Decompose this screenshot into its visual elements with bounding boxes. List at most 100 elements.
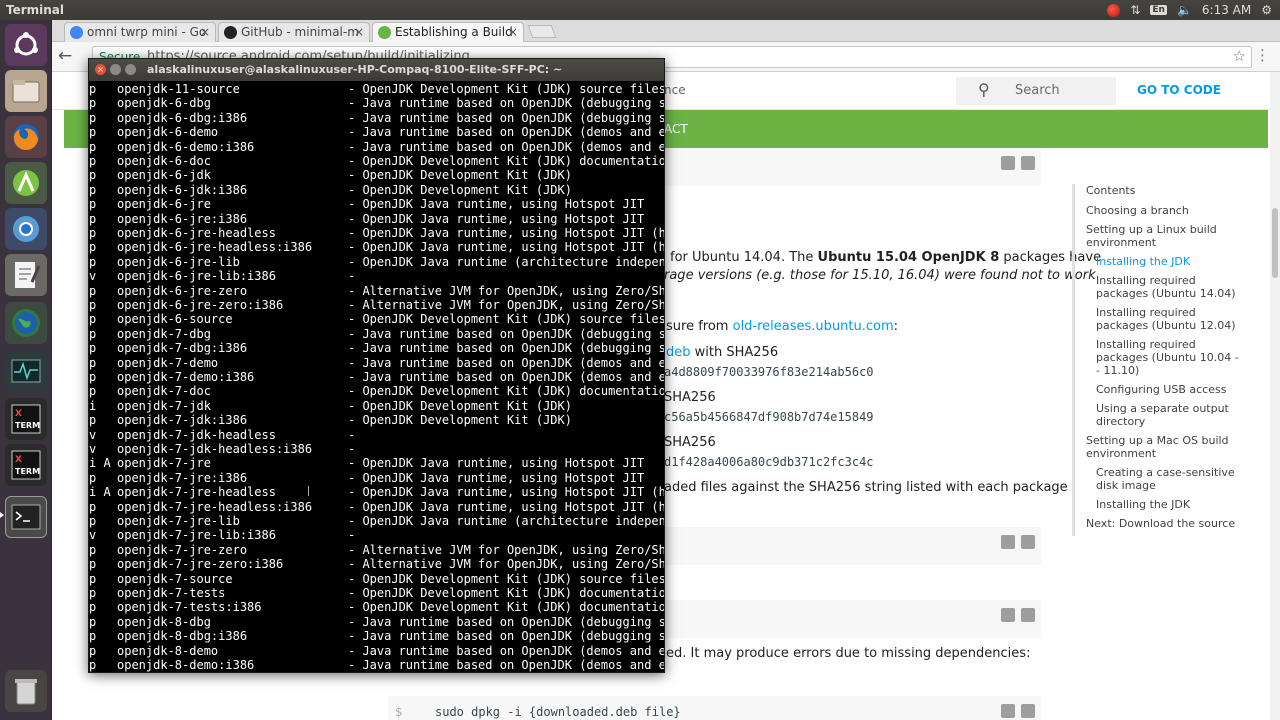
terminal-line: p openjdk-7-jre-lib - OpenJDK Java runtime…: [89, 514, 664, 528]
package-description: - OpenJDK Development Kit (JDK): [348, 168, 572, 183]
header-nav-partial[interactable]: nce: [664, 83, 686, 97]
terminal-line: p openjdk-6-jre-zero - Alternative JVM for…: [89, 284, 664, 298]
package-description: - OpenJDK Development Kit (JDK) source f…: [348, 312, 664, 327]
package-state: p: [89, 499, 97, 514]
browser-tab-active[interactable]: Establishing a Build ×: [372, 22, 524, 42]
page-scrollbar[interactable]: [1270, 72, 1280, 720]
toc-item[interactable]: Next: Download the source: [1075, 517, 1242, 530]
code-command[interactable]: sudo dpkg -i {downloaded.deb file}: [435, 696, 681, 720]
deb-link[interactable]: deb: [666, 345, 691, 360]
package-name: openjdk-7-dbg: [117, 326, 211, 341]
package-name: openjdk-7-jre-zero: [117, 542, 248, 557]
package-name: openjdk-7-dbg:i386: [117, 341, 248, 356]
toc-item[interactable]: Installing required packages (Ubuntu 12.…: [1075, 306, 1242, 332]
package-description: - Alternative JVM for OpenJDK, using Zer…: [348, 283, 664, 298]
browser-tab[interactable]: omni twrp mini - Go ×: [64, 22, 216, 42]
toc-item[interactable]: Installing required packages (Ubuntu 14.…: [1075, 274, 1242, 300]
xterm-icon[interactable]: X TERM: [5, 444, 47, 486]
package-state: p: [89, 326, 97, 341]
clock[interactable]: 6:13 AM: [1202, 3, 1251, 17]
terminal-output[interactable]: p openjdk-11-source - OpenJDK Development …: [89, 81, 664, 672]
menu-dots-icon[interactable]: ⋮: [1255, 46, 1270, 64]
xterm-icon[interactable]: X TERM: [5, 398, 47, 440]
package-description: - Java runtime based on OpenJDK (debuggi…: [348, 614, 664, 629]
scrollbar-thumb[interactable]: [1272, 208, 1278, 278]
terminal-titlebar[interactable]: × alaskalinuxuser@alaskalinuxuser-HP-Com…: [89, 59, 664, 81]
ubuntu-dash-icon[interactable]: [5, 24, 47, 66]
hash-value: c56a5b4566847df908b7d74e15849: [664, 410, 874, 424]
copy-icon[interactable]: [1021, 608, 1035, 622]
package-state: i A: [89, 485, 111, 500]
package-description: - Java runtime based on OpenJDK (demos a…: [348, 643, 664, 658]
launcher: X TERM X TERM: [0, 20, 52, 720]
close-icon[interactable]: ×: [95, 64, 106, 75]
copy-icon[interactable]: [1021, 704, 1035, 718]
package-description: - Java runtime based on OpenJDK (debuggi…: [348, 341, 664, 356]
close-icon[interactable]: ×: [354, 23, 364, 42]
volume-icon[interactable]: 🔈: [1177, 3, 1192, 17]
record-icon[interactable]: [1107, 3, 1121, 17]
toc-item[interactable]: Using a separate output directory: [1075, 402, 1242, 428]
files-icon[interactable]: [5, 70, 47, 112]
terminal-line: p openjdk-6-jdk - OpenJDK Development Kit …: [89, 168, 664, 182]
android-studio-icon[interactable]: [5, 162, 47, 204]
package-name: openjdk-7-jre-lib: [117, 514, 240, 528]
network-transfer-icon[interactable]: ⇅: [1130, 3, 1140, 17]
package-name: openjdk-6-jre: [117, 197, 211, 212]
close-icon[interactable]: ×: [200, 23, 210, 42]
package-state: p: [89, 470, 97, 485]
go-to-code-link[interactable]: GO TO CODE: [1137, 83, 1221, 97]
package-state: p: [89, 96, 97, 111]
package-state: p: [89, 600, 97, 615]
copy-icon[interactable]: [1021, 156, 1035, 170]
browser-tab[interactable]: GitHub - minimal-m ×: [218, 22, 370, 42]
package-description: - OpenJDK Java runtime, using Hotspot JI…: [348, 499, 664, 514]
google-favicon-icon: [70, 26, 83, 39]
search-placeholder: Search: [1015, 83, 1060, 98]
globe-icon[interactable]: [5, 302, 47, 344]
terminal-line: p openjdk-7-jre:i386 - OpenJDK Java runtim…: [89, 471, 664, 485]
package-name: openjdk-6-jdk:i386: [117, 182, 248, 197]
terminal-line: p openjdk-7-doc - OpenJDK Development Kit …: [89, 384, 664, 398]
terminal-line: p openjdk-6-source - OpenJDK Development K…: [89, 312, 664, 326]
toggle-icon[interactable]: [1001, 704, 1015, 718]
chromium-icon[interactable]: [5, 208, 47, 250]
firefox-icon[interactable]: [5, 116, 47, 158]
package-description: - Java runtime based on OpenJDK (debuggi…: [348, 629, 664, 644]
minimize-icon[interactable]: [110, 64, 121, 75]
package-description: - Alternative JVM for OpenJDK, using Zer…: [348, 298, 664, 312]
copy-icon[interactable]: [1021, 535, 1035, 549]
toc-item[interactable]: Creating a case-sensitive disk image: [1075, 466, 1242, 492]
toc-item[interactable]: Choosing a branch: [1075, 204, 1242, 217]
package-description: - OpenJDK Development Kit (JDK) document…: [348, 586, 664, 600]
package-state: p: [89, 168, 97, 183]
code-block: $ sudo dpkg -i {downloaded.deb file}: [388, 696, 1041, 720]
text-editor-icon[interactable]: [5, 254, 47, 296]
bookmark-star-icon[interactable]: ☆: [1233, 47, 1246, 65]
settings-gear-icon[interactable]: ⚙: [1261, 3, 1272, 17]
paragraph-line: rage versions (e.g. those for 15.10, 16.…: [664, 268, 1096, 283]
keyboard-layout-indicator[interactable]: En: [1150, 5, 1167, 15]
trash-icon[interactable]: [5, 670, 47, 712]
new-tab-button[interactable]: [527, 25, 557, 38]
old-releases-link[interactable]: old-releases.ubuntu.com: [733, 319, 894, 334]
toc-item[interactable]: Configuring USB access: [1075, 383, 1242, 396]
toggle-icon[interactable]: [1001, 608, 1015, 622]
terminal-icon[interactable]: [5, 496, 47, 538]
package-state: p: [89, 542, 97, 557]
search-input[interactable]: ⚲ Search: [956, 77, 1116, 105]
toc-item[interactable]: Installing the JDK: [1075, 255, 1242, 268]
section-nav-partial[interactable]: ACT: [664, 122, 688, 136]
toc-item[interactable]: Setting up a Mac OS build environment: [1075, 434, 1242, 460]
terminal-title: alaskalinuxuser@alaskalinuxuser-HP-Compa…: [147, 63, 563, 76]
toggle-icon[interactable]: [1001, 535, 1015, 549]
system-monitor-icon[interactable]: [5, 350, 47, 392]
maximize-icon[interactable]: [125, 64, 136, 75]
back-arrow-icon[interactable]: ←: [58, 46, 72, 66]
terminal-line: p openjdk-7-demo:i386 - Java runtime based…: [89, 370, 664, 384]
toc-item[interactable]: Installing required packages (Ubuntu 10.…: [1075, 338, 1242, 377]
toggle-icon[interactable]: [1001, 156, 1015, 170]
toc-item[interactable]: Setting up a Linux build environment: [1075, 223, 1242, 249]
toc-item[interactable]: Installing the JDK: [1075, 498, 1242, 511]
close-icon[interactable]: ×: [508, 23, 518, 42]
